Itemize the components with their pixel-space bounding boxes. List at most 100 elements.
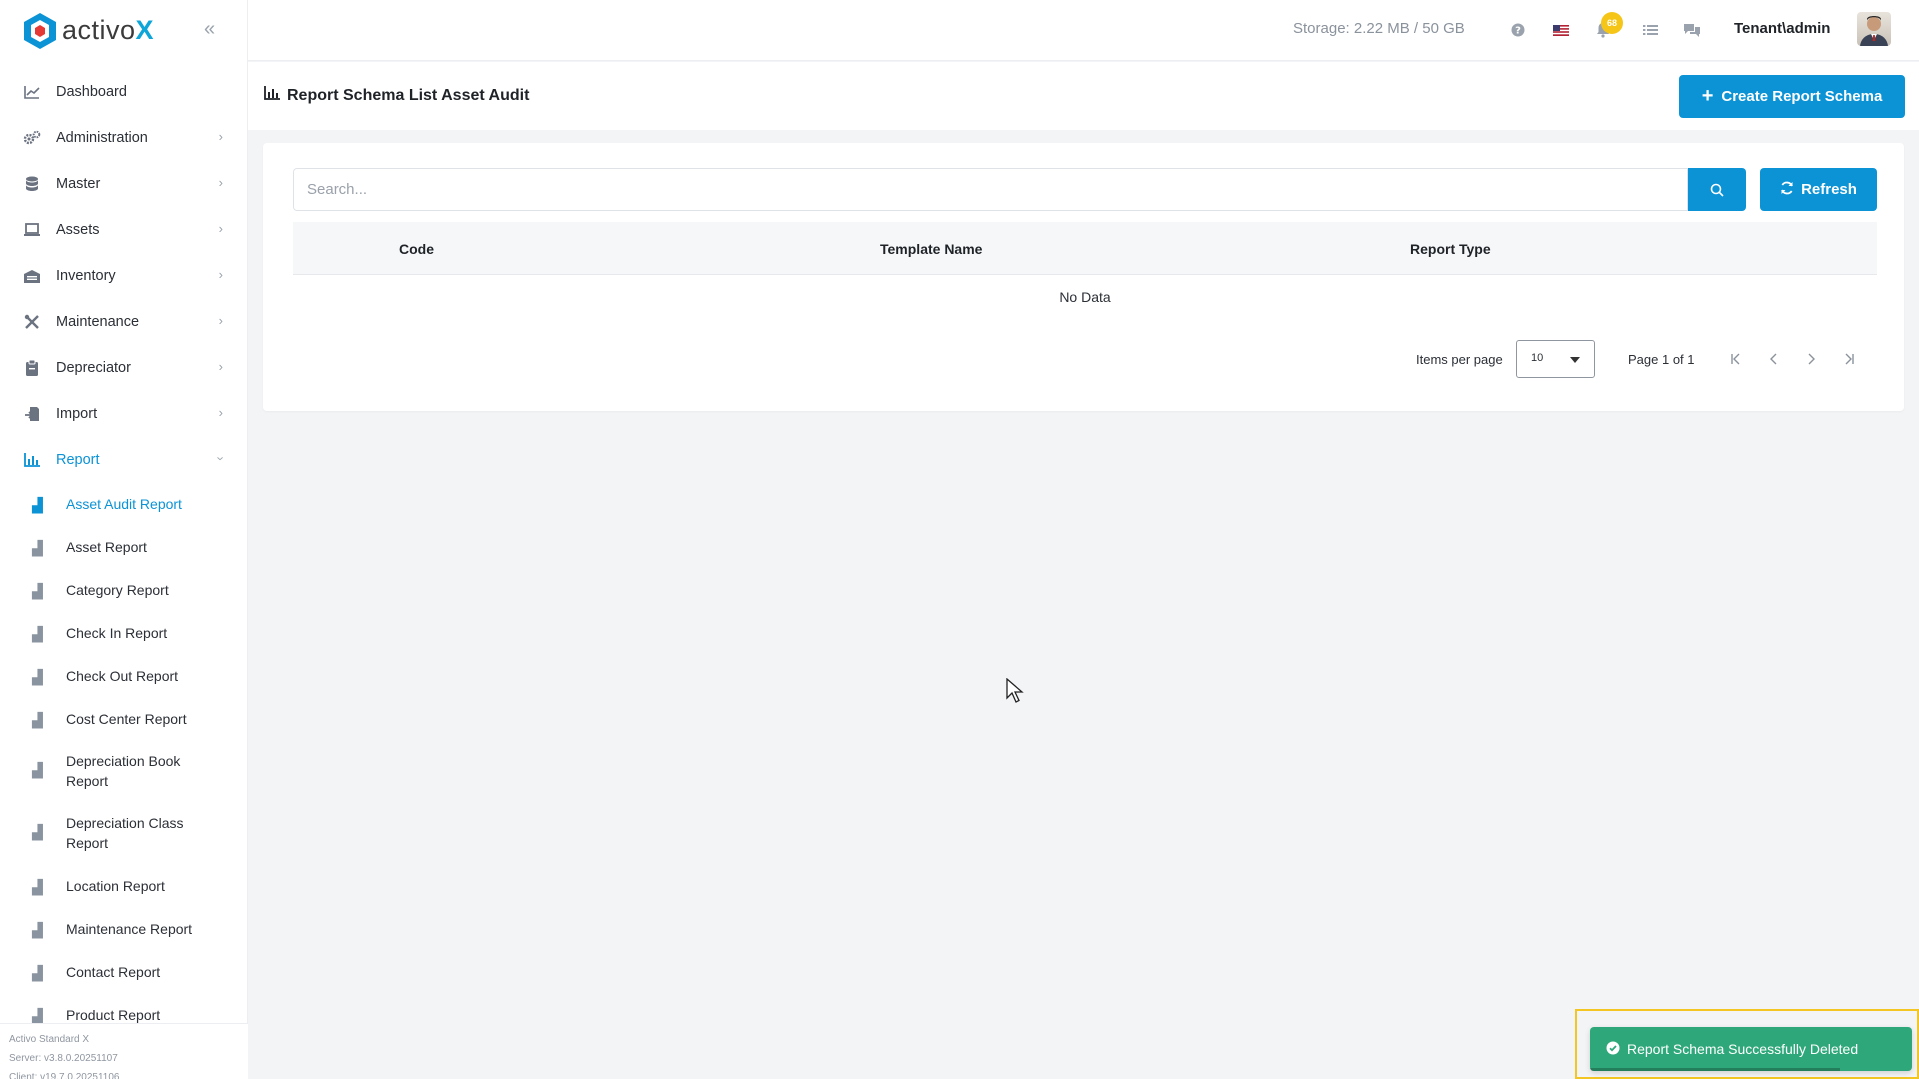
refresh-button-label: Refresh: [1801, 181, 1857, 198]
gears-icon: [22, 128, 42, 148]
sidebar-subitem-category-report[interactable]: ▟ Category Report: [0, 569, 247, 612]
empty-state: No Data: [1059, 289, 1111, 305]
column-header-report-type[interactable]: Report Type: [1410, 241, 1491, 257]
task-list-icon[interactable]: [1640, 20, 1660, 40]
sidebar-item-administration[interactable]: Administration ›: [0, 115, 247, 161]
sidebar-subitem-maintenance-report[interactable]: ▟ Maintenance Report: [0, 908, 247, 951]
avatar[interactable]: [1857, 12, 1891, 46]
sidebar-subitem-cost-center-report[interactable]: ▟ Cost Center Report: [0, 698, 247, 741]
bar-chart-icon: ▟: [32, 922, 43, 938]
sidebar-subitem-depreciation-class-report[interactable]: ▟ Depreciation Class Report: [0, 803, 247, 865]
sidebar-item-assets[interactable]: Assets ›: [0, 207, 247, 253]
bar-chart-icon: ▟: [32, 824, 43, 840]
logo[interactable]: activoX «: [0, 0, 247, 61]
bar-chart-icon: ▟: [32, 669, 43, 685]
sidebar-item-label: Report: [56, 452, 100, 468]
sidebar-item-dashboard[interactable]: Dashboard: [0, 69, 247, 115]
client-version: Client: v19.7.0.20251106: [9, 1072, 120, 1079]
bar-chart-icon: ▟: [32, 583, 43, 599]
sidebar-item-label: Inventory: [56, 268, 116, 284]
sidebar-item-maintenance[interactable]: Maintenance ›: [0, 299, 247, 345]
page-title: Report Schema List Asset Audit: [264, 86, 529, 105]
laptop-icon: [22, 220, 42, 240]
import-icon: [22, 404, 42, 424]
help-icon[interactable]: ?: [1508, 20, 1528, 40]
report-schema-card: Refresh Code Template Name Report Type N…: [263, 143, 1904, 411]
bar-chart-icon: ▟: [32, 762, 43, 778]
success-toast[interactable]: Report Schema Successfully Deleted: [1590, 1027, 1912, 1071]
report-submenu: ▟ Asset Audit Report ▟ Asset Report ▟ Ca…: [0, 483, 247, 1037]
sidebar-subitem-asset-audit-report[interactable]: ▟ Asset Audit Report: [0, 483, 247, 526]
storage-usage: Storage: 2.22 MB / 50 GB: [1293, 20, 1465, 37]
sidebar-item-label: Administration: [56, 130, 148, 146]
warehouse-icon: [22, 266, 42, 286]
column-header-code[interactable]: Code: [399, 241, 434, 257]
bar-chart-icon: ▟: [32, 540, 43, 556]
chevron-right-icon: ›: [218, 129, 223, 144]
sidebar-item-label: Import: [56, 406, 98, 422]
sidebar-subitem-location-report[interactable]: ▟ Location Report: [0, 865, 247, 908]
bar-chart-icon: ▟: [32, 626, 43, 642]
page-header: Report Schema List Asset Audit + Create …: [248, 62, 1919, 130]
create-report-schema-button[interactable]: + Create Report Schema: [1679, 75, 1905, 118]
chevron-right-icon: ›: [218, 313, 223, 328]
server-version: Server: v3.8.0.20251107: [9, 1053, 118, 1064]
us-flag-icon[interactable]: [1551, 20, 1571, 40]
chat-icon[interactable]: [1682, 20, 1702, 40]
items-per-page-value: 10: [1531, 352, 1544, 364]
sidebar-item-import[interactable]: Import ›: [0, 391, 247, 437]
toast-message: Report Schema Successfully Deleted: [1627, 1041, 1859, 1057]
notification-badge: 68: [1601, 12, 1623, 34]
edition-text: Activo Standard X: [9, 1034, 90, 1045]
sidebar-subitem-asset-report[interactable]: ▟ Asset Report: [0, 526, 247, 569]
bar-chart-icon: ▟: [32, 497, 43, 513]
caret-down-icon: [1570, 357, 1580, 363]
search-button[interactable]: [1688, 168, 1746, 211]
first-page-icon[interactable]: [1725, 348, 1747, 370]
sidebar-item-label: Depreciator: [56, 360, 131, 376]
sidebar-subitem-check-out-report[interactable]: ▟ Check Out Report: [0, 655, 247, 698]
search-input[interactable]: [293, 168, 1688, 211]
prev-page-icon[interactable]: [1763, 348, 1785, 370]
pagination: Items per page 10 Page 1 of 1: [263, 340, 1904, 380]
sidebar-subitem-depreciation-book-report[interactable]: ▟ Depreciation Book Report: [0, 741, 247, 803]
mouse-cursor-icon: [1006, 678, 1024, 703]
items-per-page-select[interactable]: 10: [1516, 340, 1595, 378]
sidebar-item-label: Master: [56, 176, 101, 192]
sidebar-item-master[interactable]: Master ›: [0, 161, 247, 207]
version-info: Activo Standard X Server: v3.8.0.2025110…: [0, 1023, 248, 1079]
sidebar-item-label: Assets: [56, 222, 100, 238]
last-page-icon[interactable]: [1838, 348, 1860, 370]
chevron-right-icon: ›: [218, 359, 223, 374]
next-page-icon[interactable]: [1800, 348, 1822, 370]
page-title-text: Report Schema List Asset Audit: [287, 86, 530, 104]
chevron-right-icon: ›: [218, 267, 223, 282]
sidebar-subitem-check-in-report[interactable]: ▟ Check In Report: [0, 612, 247, 655]
search-icon: [1710, 183, 1724, 197]
logo-text: activoX: [62, 15, 155, 45]
column-header-template-name[interactable]: Template Name: [880, 241, 982, 257]
bar-chart-icon: [22, 450, 42, 470]
top-bar: Storage: 2.22 MB / 50 GB ? 68 Tenant\adm…: [248, 0, 1919, 61]
sidebar-item-depreciator[interactable]: Depreciator ›: [0, 345, 247, 391]
chevron-right-icon: ›: [218, 175, 223, 190]
database-icon: [22, 174, 42, 194]
sidebar-item-report[interactable]: Report ›: [0, 437, 247, 483]
chevron-down-icon: ›: [213, 456, 229, 461]
sidebar-item-label: Maintenance: [56, 314, 140, 330]
bar-chart-icon: ▟: [32, 879, 43, 895]
table-header: Code Template Name Report Type: [293, 222, 1877, 275]
plus-icon: +: [1701, 85, 1714, 107]
collapse-sidebar-icon[interactable]: «: [204, 18, 215, 41]
bar-chart-icon: ▟: [32, 712, 43, 728]
bar-chart-icon: [264, 86, 280, 105]
refresh-button[interactable]: Refresh: [1760, 168, 1877, 211]
sidebar-item-inventory[interactable]: Inventory ›: [0, 253, 247, 299]
sidebar: activoX « Dashboard Administration › Mas…: [0, 0, 248, 1079]
clipboard-icon: [22, 358, 42, 378]
sidebar-nav: Dashboard Administration › Master › Asse…: [0, 69, 247, 483]
user-name[interactable]: Tenant\admin: [1734, 20, 1830, 37]
sidebar-subitem-contact-report[interactable]: ▟ Contact Report: [0, 951, 247, 994]
chevron-right-icon: ›: [218, 221, 223, 236]
refresh-icon: [1780, 181, 1794, 199]
